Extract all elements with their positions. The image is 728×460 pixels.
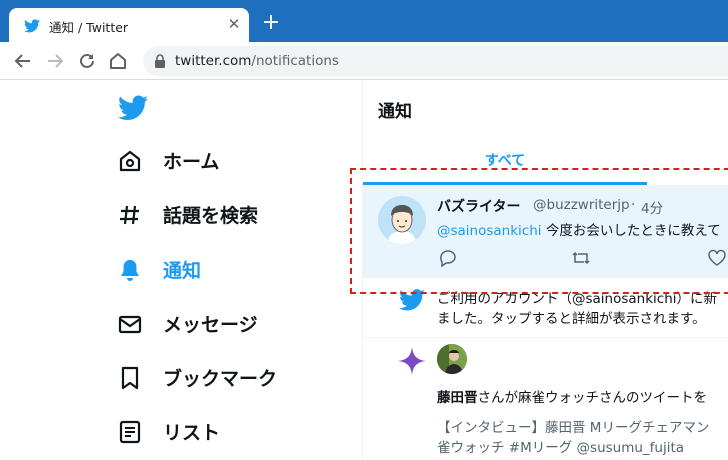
hashtag-icon bbox=[120, 205, 139, 225]
sidebar-item-label: 話題を検索 bbox=[163, 205, 259, 227]
highlight-box bbox=[350, 168, 728, 294]
page-title: 通知 bbox=[378, 102, 412, 122]
browser-tabstrip: 通知 / Twitter ✕ + bbox=[0, 0, 728, 42]
sidebar-item-home[interactable]: ホーム bbox=[113, 143, 353, 179]
lock-icon bbox=[155, 54, 165, 68]
sidebar-item-label: リスト bbox=[163, 422, 221, 444]
tab-close-icon[interactable]: ✕ bbox=[225, 15, 243, 33]
sidebar-item-label: 通知 bbox=[163, 260, 202, 282]
twitter-bird-icon bbox=[24, 19, 40, 33]
list-icon bbox=[119, 420, 141, 444]
sidebar-item-label: ホーム bbox=[163, 151, 220, 173]
notification-like[interactable]: 藤田晋さんが麻雀ウォッチさんのツイートを 【インタビュー】藤田晋 Mリーグチェア… bbox=[363, 338, 728, 460]
browser-tab[interactable]: 通知 / Twitter ✕ bbox=[9, 8, 249, 42]
bell-icon bbox=[121, 260, 139, 281]
url-text: twitter.com/notifications bbox=[175, 53, 339, 69]
notification-text-line: ました。タップすると詳細が表示されます。 bbox=[437, 311, 706, 327]
action-text: さんが麻雀ウォッチさんのツイートを bbox=[477, 390, 708, 406]
url-path: /notifications bbox=[251, 53, 339, 69]
sidebar-item-label: メッセージ bbox=[163, 314, 258, 336]
sidebar-item-lists[interactable]: リスト bbox=[113, 414, 353, 450]
tab-all-label: すべて bbox=[484, 153, 526, 169]
quoted-tweet-line: 【インタビュー】藤田晋 Mリーグチェアマン bbox=[437, 420, 710, 436]
tab-title: 通知 / Twitter bbox=[49, 20, 129, 35]
sidebar-item-bookmarks[interactable]: ブックマーク bbox=[113, 360, 353, 396]
back-arrow-icon[interactable] bbox=[13, 51, 33, 71]
twitter-sidebar: ホーム 話題を検索 通知 メッセージ ブックマーク リスト bbox=[0, 80, 362, 460]
sidebar-item-label: ブックマーク bbox=[163, 368, 278, 390]
twitter-logo-icon[interactable] bbox=[118, 95, 148, 121]
url-host: twitter.com bbox=[175, 53, 252, 69]
sidebar-item-messages[interactable]: メッセージ bbox=[113, 306, 353, 342]
avatar[interactable] bbox=[437, 344, 467, 374]
forward-arrow-icon[interactable] bbox=[45, 51, 65, 71]
sparkle-star-icon bbox=[398, 347, 426, 375]
reload-icon[interactable] bbox=[77, 51, 97, 71]
sidebar-item-notifications[interactable]: 通知 bbox=[113, 252, 353, 288]
home-page-icon[interactable] bbox=[108, 51, 128, 71]
sidebar-item-explore[interactable]: 話題を検索 bbox=[113, 197, 353, 233]
bookmark-icon bbox=[121, 366, 139, 390]
envelope-icon bbox=[118, 315, 142, 334]
avatar-photo bbox=[437, 344, 467, 374]
notification-headline: 藤田晋さんが麻雀ウォッチさんのツイートを bbox=[437, 386, 707, 406]
address-bar[interactable]: twitter.com/notifications bbox=[143, 46, 728, 76]
new-tab-button[interactable]: + bbox=[260, 12, 282, 34]
browser-toolbar: twitter.com/notifications bbox=[0, 42, 728, 80]
home-icon bbox=[119, 150, 141, 172]
actor-name[interactable]: 藤田晋 bbox=[437, 390, 478, 406]
quoted-tweet-line: 雀ウォッチ #Mリーグ @susumu_fujita bbox=[437, 440, 685, 456]
